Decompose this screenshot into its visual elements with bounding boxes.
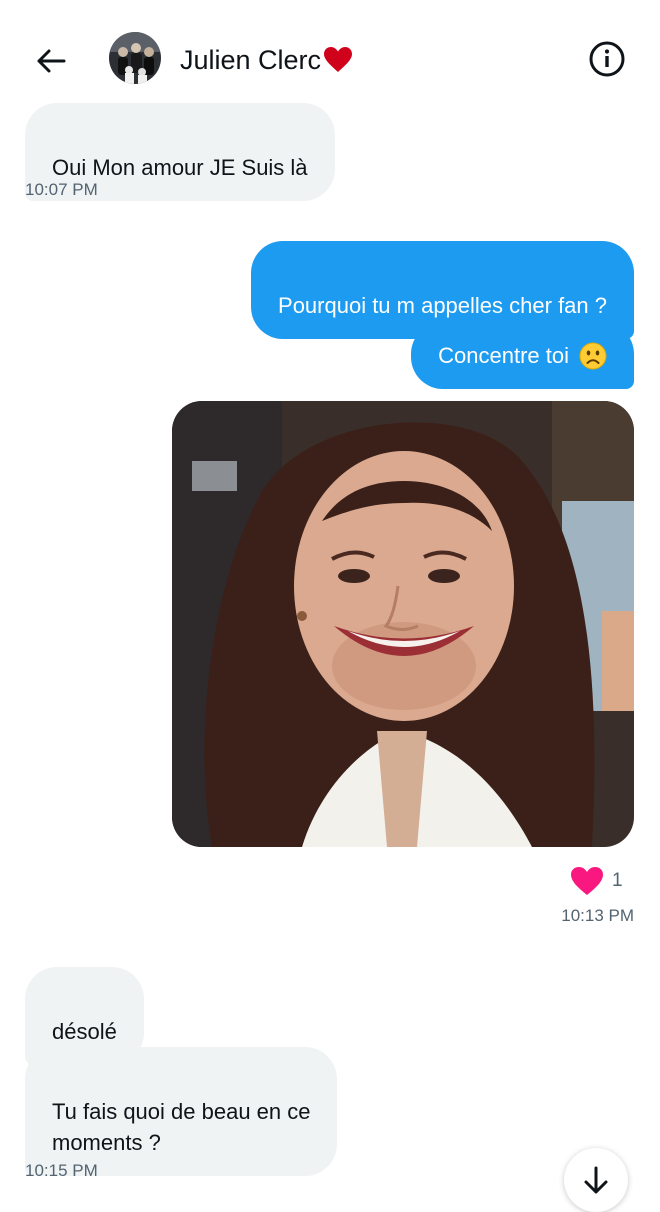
reaction-count: 1 (612, 870, 623, 891)
message-text: Concentre toi (438, 343, 569, 368)
message-text: désolé (52, 1019, 117, 1044)
reaction-summary[interactable]: 1 (570, 865, 623, 897)
red-heart-emoji (324, 47, 353, 72)
frowning-face-emoji (579, 342, 607, 369)
message-text: Pourquoi tu m appelles cher fan ? (278, 293, 607, 318)
scroll-to-bottom-button[interactable] (564, 1148, 628, 1212)
arrow-left-icon (37, 49, 66, 73)
info-button[interactable] (586, 38, 628, 80)
contact-name[interactable]: Julien Clerc (180, 40, 353, 80)
message-timestamp: 10:15 PM (25, 1161, 98, 1180)
message-timestamp: 10:07 PM (25, 180, 98, 199)
back-button[interactable] (28, 38, 74, 84)
message-timestamp: 10:13 PM (561, 906, 634, 925)
message-bubble-incoming[interactable]: Tu fais quoi de beau en ce moments ? (25, 1047, 338, 1176)
contact-name-text: Julien Clerc (180, 44, 322, 75)
heart-icon (571, 867, 603, 895)
arrow-down-icon (584, 1166, 608, 1194)
message-bubble-outgoing[interactable]: Concentre toi (411, 322, 634, 389)
avatar[interactable] (109, 32, 161, 84)
message-text: Oui Mon amour JE Suis là (52, 155, 308, 180)
shared-photo[interactable] (172, 401, 634, 847)
message-text: Tu fais quoi de beau en ce moments ? (52, 1099, 311, 1155)
info-circle-icon (589, 41, 625, 77)
